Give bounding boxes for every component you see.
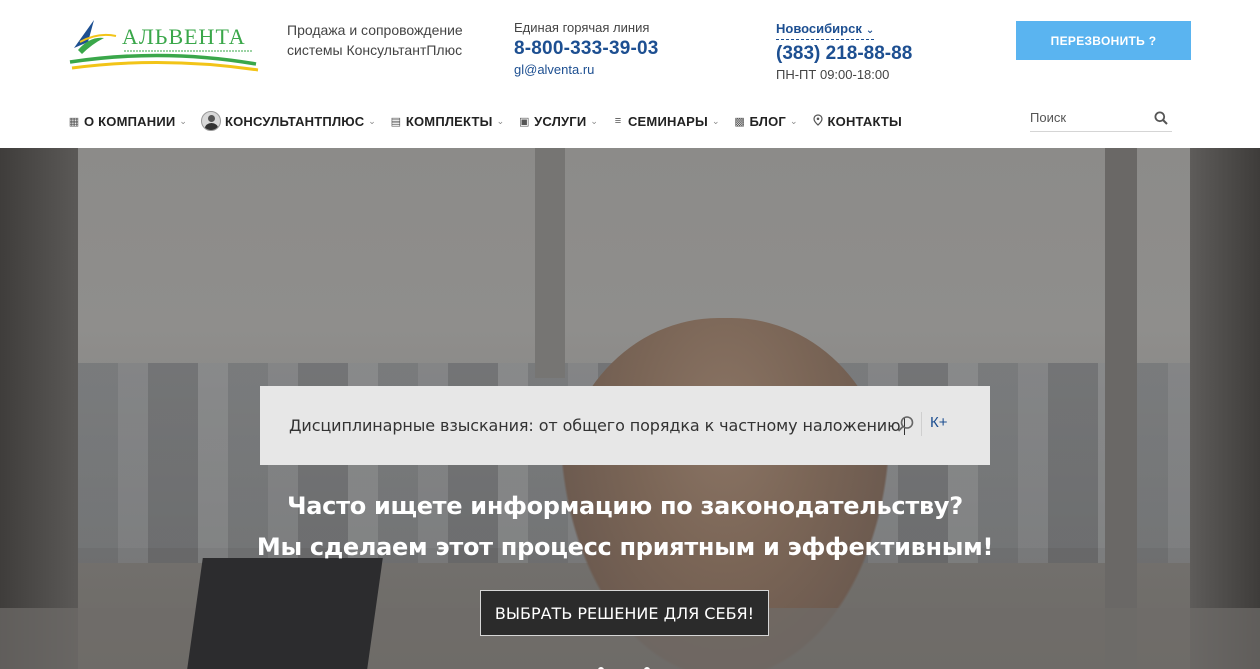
divider: [921, 412, 922, 436]
email-link[interactable]: gl@alventa.ru: [514, 62, 659, 78]
chevron-down-icon: ⌄: [368, 115, 376, 126]
hero-background-wall-right: [1190, 148, 1260, 669]
list-icon: ≡: [614, 115, 622, 127]
nav-item-contacts[interactable]: КОНТАКТЫ: [812, 114, 902, 129]
chevron-down-icon: ⌄: [590, 115, 598, 126]
nav-item-consultantplus[interactable]: КОНСУЛЬТАНТПЛЮС ⌄: [200, 111, 376, 131]
hotline-label: Единая горячая линия: [514, 20, 650, 35]
city-name: Новосибирск: [776, 21, 862, 36]
hero-laptop-image: [187, 558, 383, 669]
nav-item-kits[interactable]: ▤ КОМПЛЕКТЫ ⌄: [390, 113, 505, 129]
nav-item-blog[interactable]: ▩ БЛОГ ⌄: [734, 113, 798, 129]
nav-item-about[interactable]: ▦ О КОМПАНИИ ⌄: [68, 114, 187, 129]
chevron-down-icon: ⌄: [789, 115, 798, 126]
hero-background-frame: [535, 148, 565, 378]
alventa-logo[interactable]: АЛЬВЕНТА: [68, 14, 260, 74]
chevron-down-icon: ⌄: [496, 115, 505, 126]
site-header: АЛЬВЕНТА Продажа и сопровождение системы…: [0, 0, 1260, 148]
slider-dots: [598, 660, 690, 669]
truck-icon: ▣: [518, 115, 530, 128]
nav-item-label: УСЛУГИ: [534, 113, 587, 129]
nav-item-seminars[interactable]: ≡ СЕМИНАРЫ ⌄: [612, 114, 720, 129]
logo-graphic: АЛЬВЕНТА: [69, 20, 259, 72]
nav-item-label: КОНТАКТЫ: [827, 113, 902, 129]
document-icon: ▤: [390, 115, 402, 128]
search-query-text[interactable]: Дисциплинарные взыскания: от общего поря…: [289, 416, 901, 435]
avatar-icon: [200, 111, 221, 131]
hotline-block: Единая горячая линия 8-800-333-39-03 gl@…: [514, 20, 659, 78]
chevron-down-icon: ⌄: [865, 25, 875, 36]
chevron-down-icon: ⌄: [179, 115, 187, 126]
building-icon: ▦: [68, 115, 80, 128]
main-nav: ▦ О КОМПАНИИ ⌄ КОНСУЛЬТАНТПЛЮС ⌄ ▤ КОМПЛ…: [68, 108, 916, 134]
hero-headline-line-1: Часто ищете информацию по законодательст…: [287, 492, 963, 520]
city-phone-link[interactable]: (383) 218-88-88: [776, 41, 912, 67]
nav-item-label: О КОМПАНИИ: [84, 113, 176, 129]
search-icon[interactable]: [897, 415, 915, 438]
chevron-down-icon: ⌄: [711, 115, 720, 126]
callback-button[interactable]: ПЕРЕЗВОНИТЬ ?: [1016, 21, 1191, 60]
hero-headline: Часто ищете информацию по законодательст…: [0, 486, 1250, 568]
consultant-search-box[interactable]: Дисциплинарные взыскания: от общего поря…: [260, 386, 990, 465]
nav-item-label: БЛОГ: [749, 113, 786, 129]
location-pin-icon: [812, 113, 824, 129]
city-selector[interactable]: Новосибирск ⌄: [776, 21, 875, 40]
search-icon[interactable]: [1154, 111, 1168, 130]
consultantplus-logo-button[interactable]: К+: [930, 414, 948, 431]
hero-background-frame: [1105, 148, 1137, 669]
city-contact-block: Новосибирск ⌄ (383) 218-88-88 ПН-ПТ 09:00…: [776, 20, 912, 83]
hero-banner: Дисциплинарные взыскания: от общего поря…: [0, 148, 1260, 669]
nav-item-label: КОНСУЛЬТАНТПЛЮС: [224, 113, 365, 129]
search-input[interactable]: [1030, 110, 1150, 125]
hero-headline-line-2: Мы сделаем этот процесс приятным и эффек…: [256, 533, 994, 561]
nav-item-label: КОМПЛЕКТЫ: [405, 113, 493, 129]
book-icon: ▩: [734, 115, 745, 128]
hero-background-wall-left: [0, 148, 78, 669]
nav-item-services[interactable]: ▣ УСЛУГИ ⌄: [518, 114, 598, 129]
hotline-phone-link[interactable]: 8-800-333-39-03: [514, 36, 659, 62]
site-search: [1030, 104, 1172, 132]
working-hours: ПН-ПТ 09:00-18:00: [776, 67, 890, 82]
choose-solution-button[interactable]: ВЫБРАТЬ РЕШЕНИЕ ДЛЯ СЕБЯ!: [480, 590, 769, 636]
svg-text:АЛЬВЕНТА: АЛЬВЕНТА: [122, 24, 246, 49]
nav-item-label: СЕМИНАРЫ: [627, 113, 708, 129]
site-tagline: Продажа и сопровождение системы Консульт…: [287, 22, 463, 58]
